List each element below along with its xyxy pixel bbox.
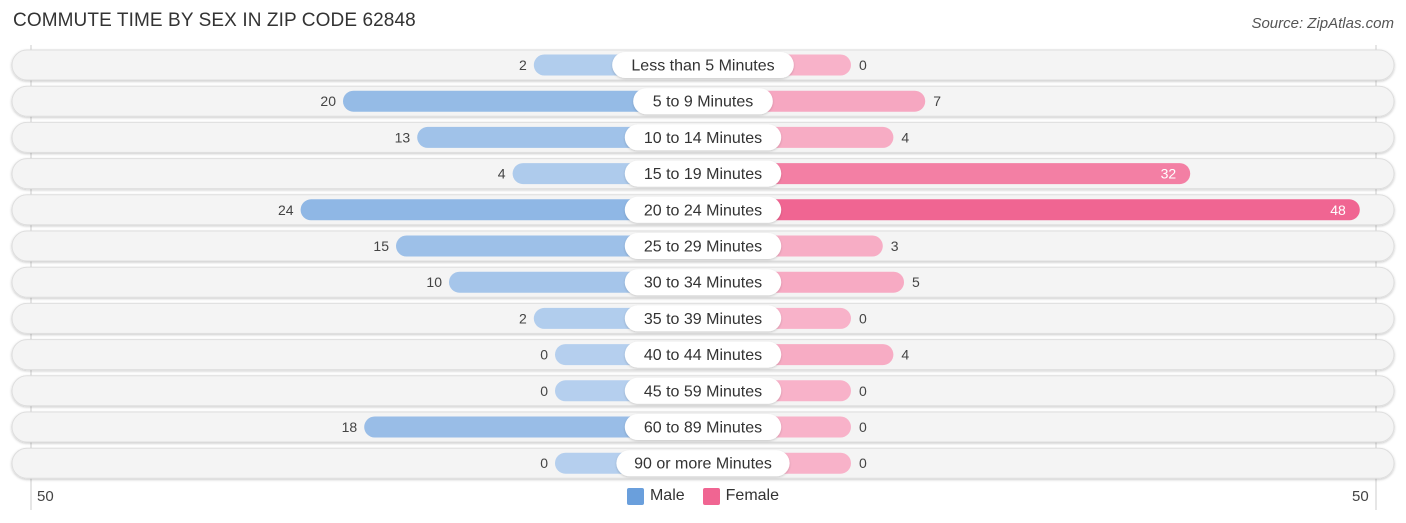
legend-swatch-female (702, 487, 720, 505)
chart-row: Less than 5 Minutes 2 0 (11, 49, 1395, 81)
chart-row: 25 to 29 Minutes 15 3 (11, 230, 1395, 262)
value-label-female: 0 (859, 383, 867, 399)
value-label-female: 0 (859, 419, 867, 435)
legend: Male Female (0, 487, 1406, 505)
value-label-female: 7 (933, 93, 941, 109)
chart-row: 15 to 19 Minutes 4 32 (11, 158, 1395, 190)
chart-row: 40 to 44 Minutes 0 4 (11, 339, 1395, 371)
category-label: 40 to 44 Minutes (644, 347, 762, 364)
value-label-male: 0 (540, 383, 548, 399)
chart-row: 30 to 34 Minutes 10 5 (11, 266, 1395, 298)
category-label: 35 to 39 Minutes (644, 311, 762, 328)
value-label-male: 18 (342, 419, 358, 435)
category-label: 60 to 89 Minutes (644, 420, 762, 437)
value-label-male: 0 (540, 455, 548, 471)
category-label: 5 to 9 Minutes (653, 94, 754, 111)
chart-row: 20 to 24 Minutes 24 48 (11, 194, 1395, 226)
category-label: 20 to 24 Minutes (644, 202, 762, 219)
value-label-male: 2 (519, 57, 527, 73)
value-label-female: 0 (859, 455, 867, 471)
value-label-female: 32 (1161, 166, 1177, 182)
value-label-female: 0 (859, 57, 867, 73)
value-label-male: 0 (540, 347, 548, 363)
legend-swatch-male (626, 487, 644, 505)
value-label-female: 0 (859, 310, 867, 326)
value-label-male: 20 (320, 93, 336, 109)
chart-row: 60 to 89 Minutes 18 0 (11, 411, 1395, 443)
value-label-female: 3 (891, 238, 899, 254)
category-label: Less than 5 Minutes (631, 58, 774, 75)
chart-row: 10 to 14 Minutes 13 4 (11, 121, 1395, 153)
value-label-male: 24 (278, 202, 294, 218)
value-label-male: 13 (395, 129, 411, 145)
legend-item-male: Male (626, 487, 685, 505)
legend-label-male: Male (649, 487, 685, 504)
value-label-male: 10 (426, 274, 442, 290)
chart-row: 45 to 59 Minutes 0 0 (11, 375, 1395, 407)
value-label-male: 4 (498, 166, 506, 182)
bar-female (703, 199, 1360, 221)
value-label-female: 4 (901, 347, 909, 363)
category-label: 30 to 34 Minutes (644, 275, 762, 292)
chart-plot: Less than 5 Minutes2 05 to 9 Minutes20 710… (11, 45, 1395, 510)
category-label: 45 to 59 Minutes (644, 383, 762, 400)
category-label: 15 to 19 Minutes (644, 166, 762, 183)
value-label-female: 5 (912, 274, 920, 290)
chart-row: 35 to 39 Minutes 2 0 (11, 302, 1395, 334)
chart-row: 90 or more Minutes 0 0 (11, 447, 1395, 479)
category-label: 90 or more Minutes (634, 456, 772, 473)
category-label: 10 to 14 Minutes (644, 130, 762, 147)
value-label-male: 2 (519, 310, 527, 326)
legend-item-female: Female (702, 487, 780, 505)
chart-row: 5 to 9 Minutes 20 7 (11, 85, 1395, 117)
value-label-female: 48 (1330, 202, 1346, 218)
value-label-male: 15 (373, 238, 389, 254)
value-label-female: 4 (901, 129, 909, 145)
category-label: 25 to 29 Minutes (644, 239, 762, 256)
legend-label-female: Female (725, 487, 780, 504)
